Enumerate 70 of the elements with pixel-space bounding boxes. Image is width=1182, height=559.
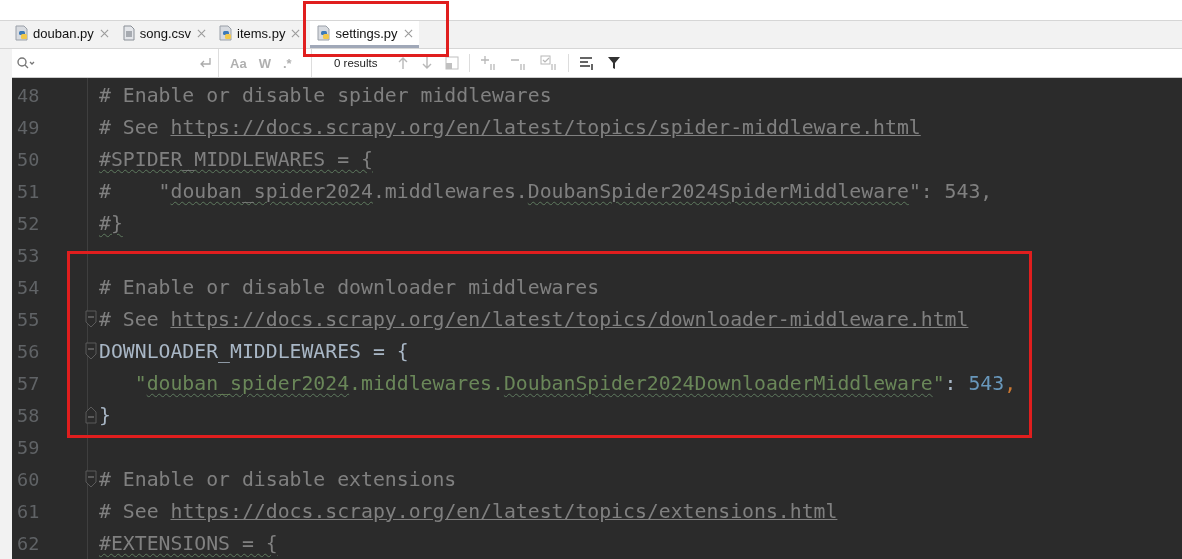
code-comment: # Enable or disable extensions bbox=[99, 467, 457, 491]
code-string: " bbox=[133, 371, 147, 395]
code-comment: # Enable or disable spider middlewares bbox=[99, 83, 552, 107]
code-text: DOWNLOADER_MIDDLEWARES = { bbox=[99, 339, 409, 363]
code-comment: #SPIDER_MIDDLEWARES = { bbox=[99, 147, 373, 171]
line-number: 60 bbox=[16, 468, 41, 490]
close-icon[interactable] bbox=[291, 28, 301, 38]
python-file-icon bbox=[218, 25, 235, 41]
line-number: 58 bbox=[16, 404, 41, 426]
line-number: 61 bbox=[16, 500, 41, 522]
window-icon[interactable] bbox=[445, 56, 460, 70]
fold-icon[interactable] bbox=[85, 342, 97, 360]
close-icon[interactable] bbox=[403, 28, 413, 38]
line-number: 52 bbox=[16, 212, 41, 234]
code-link[interactable]: https://docs.scrapy.org/en/latest/topics/extensions.html bbox=[170, 499, 838, 523]
close-icon[interactable] bbox=[99, 28, 109, 38]
code-comment: #EXTENSIONS = { bbox=[99, 531, 278, 555]
code-comment: .middlewares. bbox=[372, 179, 528, 203]
regex-button[interactable]: .* bbox=[277, 53, 297, 73]
editor-tab[interactable]: douban.py bbox=[8, 21, 115, 48]
line-number: 55 bbox=[16, 308, 41, 330]
fold-icon[interactable] bbox=[85, 406, 97, 424]
text-file-icon bbox=[120, 25, 137, 41]
code-string: " bbox=[932, 371, 945, 395]
code-text: } bbox=[99, 403, 111, 427]
line-number: 62 bbox=[16, 532, 41, 554]
close-icon[interactable] bbox=[197, 28, 207, 38]
python-file-icon bbox=[316, 25, 333, 41]
code-comment: # See bbox=[99, 115, 160, 139]
editor-tab[interactable]: settings.py bbox=[310, 21, 419, 48]
line-number: 56 bbox=[16, 340, 41, 362]
code-comment: ": 543, bbox=[908, 179, 993, 203]
code-number: 543 bbox=[968, 371, 1005, 395]
line-number: 51 bbox=[16, 180, 41, 202]
code-link[interactable]: https://docs.scrapy.org/en/latest/topics/spider-middleware.html bbox=[170, 115, 921, 139]
select-all-icon[interactable] bbox=[540, 55, 559, 71]
code-comment: # Enable or disable downloader middlewares bbox=[99, 275, 600, 299]
line-number: 49 bbox=[16, 116, 41, 138]
filter-settings-icon[interactable] bbox=[579, 56, 596, 70]
results-count: 0 results bbox=[334, 57, 378, 69]
fold-icon[interactable] bbox=[85, 470, 97, 488]
code-comment: # See bbox=[99, 499, 160, 523]
match-case-button[interactable]: Aa bbox=[225, 53, 252, 73]
editor-tab[interactable]: song.csv bbox=[114, 21, 213, 48]
up-arrow-icon[interactable] bbox=[397, 56, 410, 70]
fold-icon[interactable] bbox=[85, 310, 97, 328]
words-button[interactable]: W bbox=[253, 53, 276, 73]
code-comment: DoubanSpider2024SpiderMiddleware bbox=[527, 179, 909, 203]
filter-icon[interactable] bbox=[607, 56, 622, 70]
code-link[interactable]: https://docs.scrapy.org/en/latest/topics/downloader-middleware.html bbox=[170, 307, 969, 331]
code-string: DoubanSpider2024DownloaderMiddleware bbox=[503, 371, 933, 395]
code-comment: # " bbox=[99, 179, 171, 203]
search-icon bbox=[16, 56, 36, 70]
code-comment: #} bbox=[99, 211, 123, 235]
python-file-icon bbox=[14, 25, 30, 41]
line-number: 59 bbox=[16, 436, 41, 458]
line-number: 54 bbox=[16, 276, 41, 298]
code-comment: # See bbox=[99, 307, 160, 331]
code-punctuation: , bbox=[1004, 371, 1017, 395]
line-number: 57 bbox=[16, 372, 41, 394]
editor-tab[interactable]: items.py bbox=[212, 21, 307, 48]
line-number: 53 bbox=[16, 244, 41, 266]
code-string: .middlewares. bbox=[349, 371, 504, 395]
line-number: 48 bbox=[16, 84, 41, 106]
line-number: 50 bbox=[16, 148, 41, 170]
code-string: douban_spider2024 bbox=[146, 371, 350, 395]
code-text: : bbox=[944, 371, 958, 395]
down-arrow-icon[interactable] bbox=[421, 56, 434, 70]
newline-icon[interactable] bbox=[198, 57, 212, 69]
code-comment: douban_spider2024 bbox=[170, 179, 373, 203]
